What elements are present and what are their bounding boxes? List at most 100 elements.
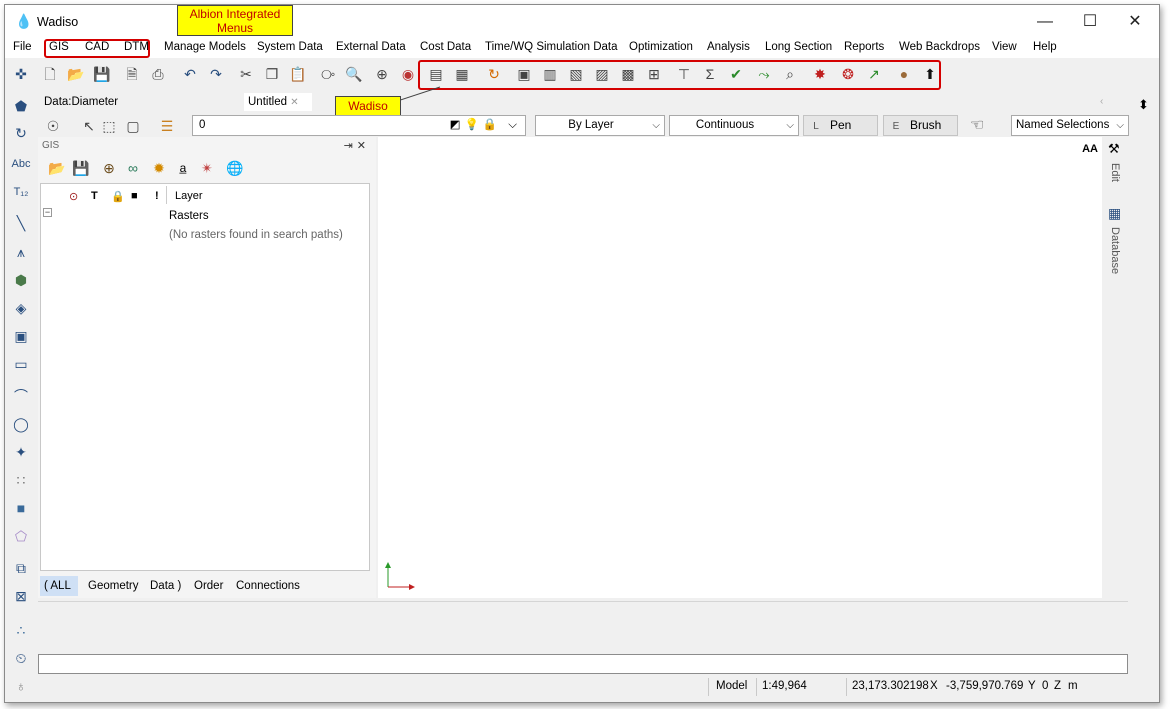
edit-side-tab[interactable]: Edit	[1109, 163, 1121, 182]
tab-scroll-icon[interactable]: ‹ ›	[1096, 93, 1108, 125]
database-side-tab[interactable]: Database	[1109, 227, 1121, 274]
group-tool-icon[interactable]: ∷	[10, 469, 32, 491]
edit-tools-icon[interactable]: ⚒	[1108, 141, 1120, 157]
status-x-label: X	[930, 680, 938, 692]
menu-manage-models[interactable]: Manage Models	[164, 41, 246, 53]
open-icon[interactable]: 📂	[65, 63, 87, 85]
pen-button[interactable]: L Pen	[803, 115, 878, 136]
multiline-text-icon[interactable]: T₁₂	[10, 181, 32, 203]
circle-tool-icon[interactable]: ◯	[10, 413, 32, 435]
close-icon[interactable]: ✕	[1113, 11, 1157, 33]
gis-add-layer-icon[interactable]: ⊕	[98, 157, 120, 179]
polygon-tool-icon[interactable]: ⬢	[10, 269, 32, 291]
panel-pin-close-icons[interactable]: ⇥✕	[344, 139, 370, 152]
pin-panel-icon[interactable]: ⬍	[1138, 97, 1149, 113]
box-select-icon[interactable]: ⬚	[98, 115, 120, 137]
brush-button[interactable]: E Brush	[883, 115, 958, 136]
drawing-canvas[interactable]: AA	[378, 137, 1102, 598]
polyline-tool-icon[interactable]: ⩚	[10, 241, 32, 263]
menu-reports[interactable]: Reports	[844, 41, 884, 53]
measure-tool-icon[interactable]: ⏲	[10, 647, 32, 669]
filter-tab-geometry[interactable]: Geometry	[84, 576, 143, 596]
undo-icon[interactable]: ↶	[179, 63, 201, 85]
hand-pointer-icon[interactable]: ☜	[966, 115, 988, 137]
tab-close-icon[interactable]: ✕	[290, 97, 298, 108]
minimize-icon[interactable]: —	[1023, 11, 1067, 33]
symbol-tool-icon[interactable]: ⧉	[10, 557, 32, 579]
menu-help[interactable]: Help	[1033, 41, 1057, 53]
status-scale[interactable]: 1:49,964	[762, 680, 807, 692]
pointer-icon[interactable]: ↖	[78, 115, 100, 137]
rasters-group[interactable]: Rasters	[169, 210, 209, 222]
tab-data-diameter[interactable]: Data:Diameter	[40, 93, 122, 111]
menu-analysis[interactable]: Analysis	[707, 41, 750, 53]
lasso-icon[interactable]: ⧂	[317, 63, 339, 85]
gis-sun-icon[interactable]: ✹	[148, 157, 170, 179]
color-dropdown[interactable]: By Layer ⌵	[535, 115, 665, 136]
gis-link-icon[interactable]: ∞	[122, 157, 144, 179]
filter-tab-order[interactable]: Order	[190, 576, 227, 596]
grid-tool-icon[interactable]: ▣	[10, 325, 32, 347]
collapse-toggle-icon[interactable]: −	[43, 208, 52, 217]
zoom-extents-icon[interactable]: ⊕	[371, 63, 393, 85]
menu-optimization[interactable]: Optimization	[629, 41, 693, 53]
rotate-icon[interactable]: ↻	[10, 122, 32, 144]
menu-file[interactable]: File	[13, 41, 32, 53]
status-y-value: -3,759,970.769	[946, 680, 1024, 692]
layers-icon[interactable]: ☰	[156, 115, 178, 137]
globe-icon[interactable]: 🌐	[224, 157, 246, 179]
new-icon[interactable]: 🗋	[39, 63, 61, 85]
axis-indicator-icon	[385, 562, 415, 590]
filter-tab-all[interactable]: ( ALL	[40, 576, 78, 596]
pan-icon[interactable]: ✜	[10, 63, 32, 85]
paste-icon[interactable]: 📋	[287, 63, 309, 85]
maximize-icon[interactable]: ☐	[1068, 11, 1112, 33]
menu-system-data[interactable]: System Data	[257, 41, 323, 53]
selection-tool-icon[interactable]: ☉	[42, 115, 64, 137]
font-size-label[interactable]: AA	[1082, 143, 1098, 155]
command-history	[38, 601, 1128, 651]
menu-long-section[interactable]: Long Section	[765, 41, 832, 53]
filter-tab-data[interactable]: Data )	[146, 576, 185, 596]
gis-sparkle-icon[interactable]: ✴	[196, 157, 218, 179]
scatter-tool-icon[interactable]: ∴	[10, 619, 32, 641]
zoom-window-icon[interactable]: 🔍	[343, 63, 365, 85]
point-tool-icon[interactable]: ✦	[10, 441, 32, 463]
layer-select[interactable]: 0 ◩💡🔒 ⌵	[192, 115, 526, 136]
named-selections-dropdown[interactable]: Named Selections ⌵	[1011, 115, 1129, 136]
tab-untitled[interactable]: Untitled ✕	[244, 93, 312, 111]
redo-icon[interactable]: ↷	[205, 63, 227, 85]
command-input[interactable]	[38, 654, 1128, 674]
menu-cost-data[interactable]: Cost Data	[420, 41, 471, 53]
line-tool-icon[interactable]: ╲	[10, 212, 32, 234]
linetype-dropdown[interactable]: Continuous ⌵	[669, 115, 799, 136]
gis-open-icon[interactable]: 📂	[46, 157, 68, 179]
gis-panel-title: GIS	[42, 140, 60, 151]
text-tool-icon[interactable]: Abc	[10, 153, 32, 175]
menu-web-backdrops[interactable]: Web Backdrops	[899, 41, 980, 53]
cut-icon[interactable]: ✂	[235, 63, 257, 85]
dashed-shape-icon[interactable]: ⬠	[10, 525, 32, 547]
rectangle-tool-icon[interactable]: ▭	[10, 353, 32, 375]
gis-label-icon[interactable]: a̲	[172, 157, 194, 179]
save-icon[interactable]: 💾	[91, 63, 113, 85]
frame-tool-icon[interactable]: ⊠	[10, 585, 32, 607]
arc-tool-icon[interactable]: ⌒	[10, 385, 32, 407]
menu-view[interactable]: View	[992, 41, 1017, 53]
gis-save-icon[interactable]: 💾	[70, 157, 92, 179]
database-icon[interactable]: ▦	[1108, 205, 1121, 222]
copy-icon[interactable]: ❐	[261, 63, 283, 85]
status-mode[interactable]: Model	[716, 680, 747, 692]
filter-tab-connections[interactable]: Connections	[232, 576, 304, 596]
menu-simulation-data[interactable]: Time/WQ Simulation Data	[485, 41, 618, 53]
image-tool-icon[interactable]: ■	[10, 497, 32, 519]
select-shape-icon[interactable]: ⬟	[10, 95, 32, 117]
page-icon[interactable]: 🗎	[121, 63, 143, 85]
region-tool-icon[interactable]: ◈	[10, 297, 32, 319]
zoom-previous-icon[interactable]: ◉	[397, 63, 419, 85]
menu-external-data[interactable]: External Data	[336, 41, 406, 53]
print-icon[interactable]: ⎙	[147, 63, 169, 85]
region-select-icon[interactable]: ▢	[122, 115, 144, 137]
link-chain-icon[interactable]: ♁	[10, 675, 32, 697]
pen-key: L	[813, 121, 819, 132]
